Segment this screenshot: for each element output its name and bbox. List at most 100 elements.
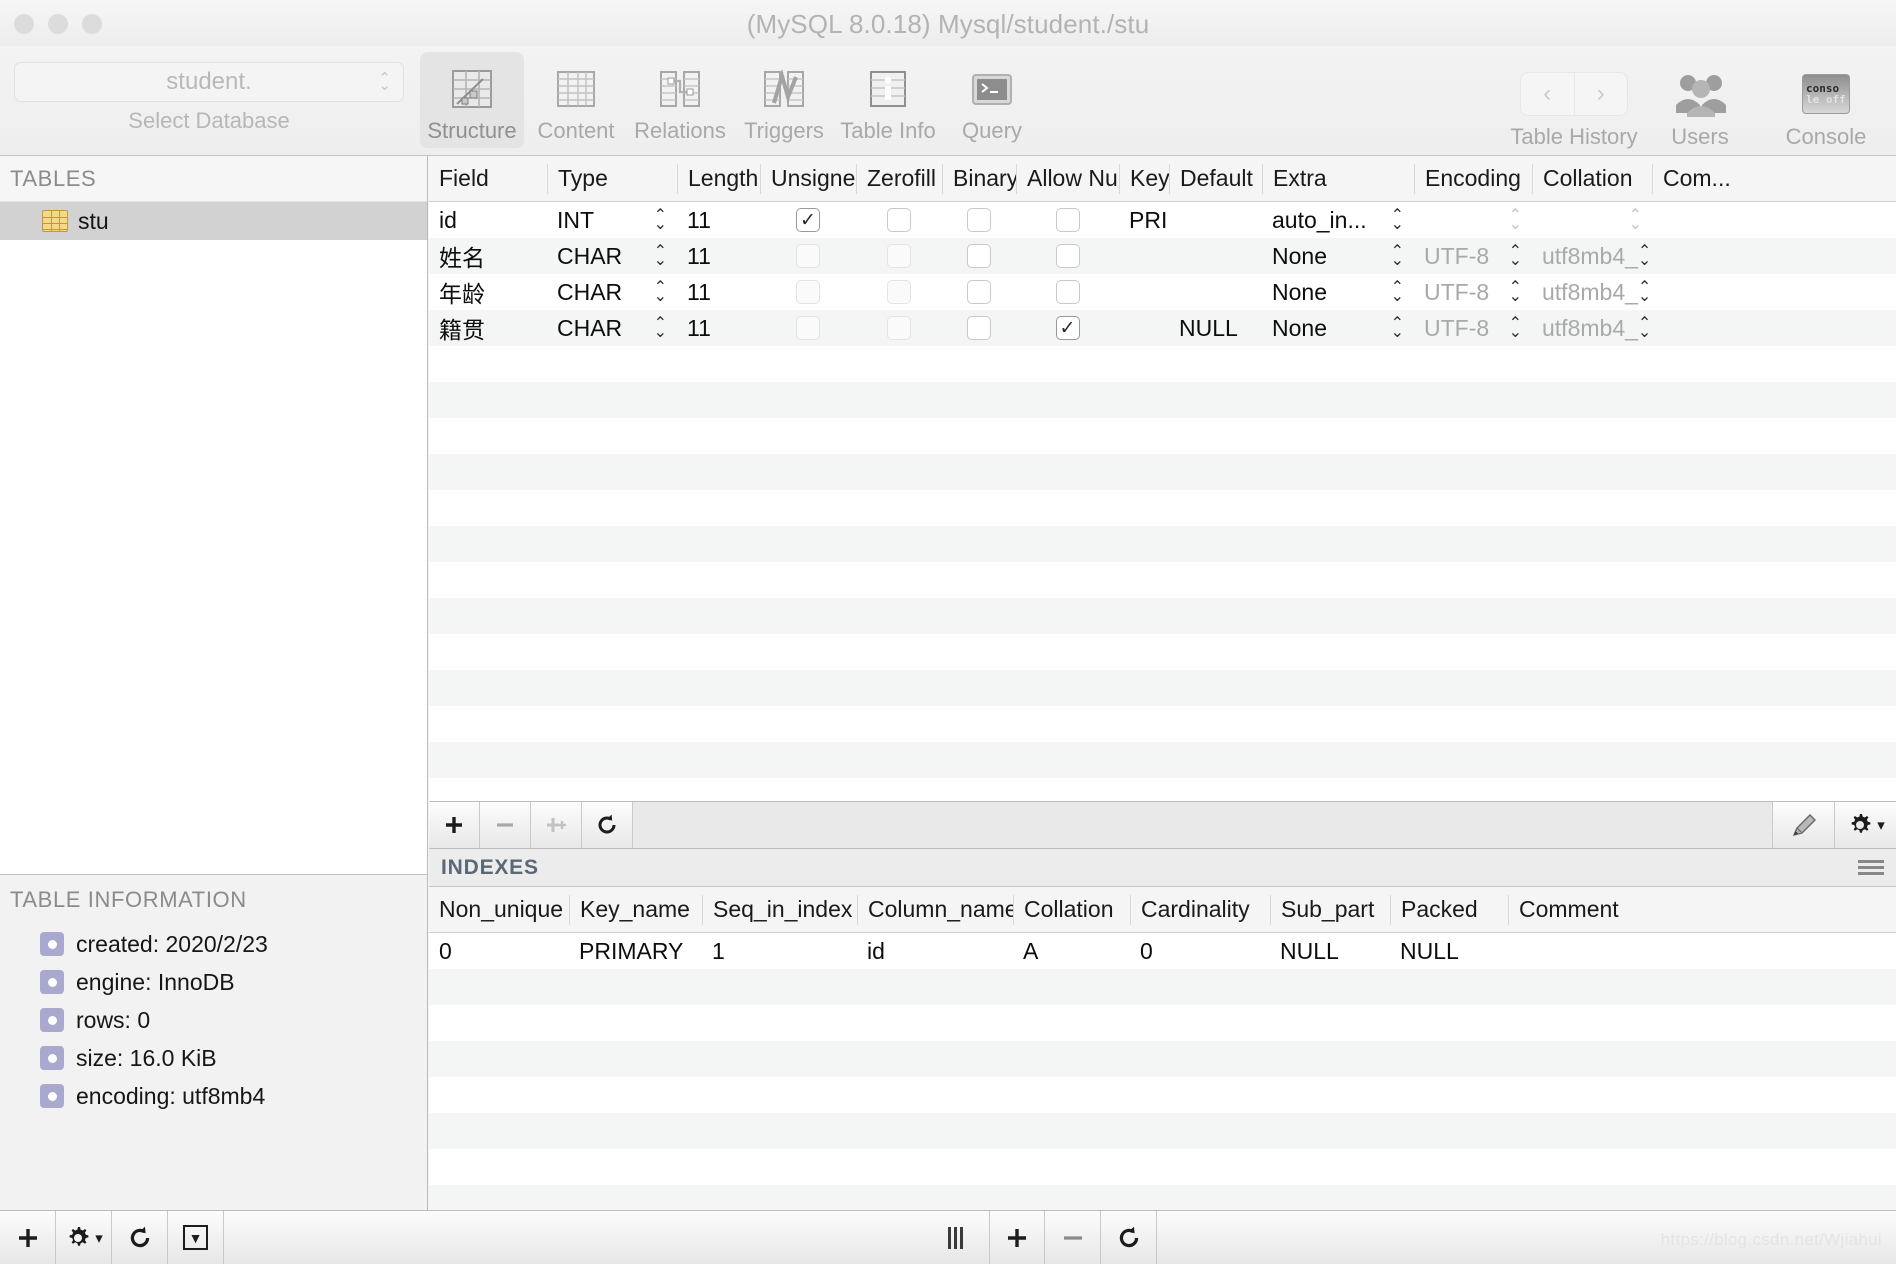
indexes-cell-column_name[interactable]: id xyxy=(857,933,1013,969)
structure-cell-key[interactable] xyxy=(1119,274,1169,310)
structure-cell-field[interactable]: 籍贯 xyxy=(429,310,547,346)
structure-cell-key[interactable]: PRI xyxy=(1119,202,1169,238)
structure-cell-comment[interactable] xyxy=(1652,238,1800,274)
tab-triggers[interactable]: Triggers xyxy=(732,52,836,148)
structure-cell-collation[interactable]: ⌃ ⌄ xyxy=(1532,202,1652,238)
checkbox-allownull[interactable] xyxy=(1016,274,1119,310)
field-options-button[interactable]: ▾ xyxy=(1834,802,1896,848)
indexes-cell-non_unique[interactable]: 0 xyxy=(429,933,569,969)
checkbox-icon[interactable] xyxy=(887,280,911,304)
structure-header-default[interactable]: Default xyxy=(1169,163,1262,194)
checkbox-zerofill[interactable] xyxy=(856,274,942,310)
tab-relations[interactable]: Relations xyxy=(628,52,732,148)
stepper-icon[interactable]: ⌃ ⌄ xyxy=(1391,280,1404,305)
stepper-icon[interactable]: ⌃ ⌄ xyxy=(1509,208,1522,233)
structure-header-extra[interactable]: Extra xyxy=(1262,163,1414,194)
checkbox-icon[interactable] xyxy=(796,316,820,340)
structure-cell-encoding[interactable]: UTF-8 ⌃ ⌄ xyxy=(1414,310,1532,346)
refresh-tables-button[interactable] xyxy=(112,1211,168,1264)
edit-field-button[interactable] xyxy=(1772,802,1834,848)
duplicate-field-button[interactable] xyxy=(531,802,582,848)
history-forward-icon[interactable]: › xyxy=(1575,73,1628,115)
stepper-icon[interactable]: ⌃ ⌄ xyxy=(1638,244,1651,269)
database-selector[interactable]: student. ⌃ ⌄ xyxy=(14,62,404,102)
history-back-icon[interactable]: ‹ xyxy=(1521,73,1575,115)
stepper-icon[interactable]: ⌃ ⌄ xyxy=(1391,208,1404,233)
sidebar-table-stu[interactable]: stu xyxy=(0,202,427,240)
stepper-icon[interactable]: ⌃ ⌄ xyxy=(1629,208,1642,233)
structure-header-encoding[interactable]: Encoding xyxy=(1414,163,1532,194)
structure-row[interactable]: 姓名 CHAR ⌃ ⌄ 11 None ⌃ ⌄ UTF-8 ⌃ ⌄ utf8mb4_ ⌃ ⌄ xyxy=(429,238,1896,274)
structure-row[interactable]: 年龄 CHAR ⌃ ⌄ 11 None ⌃ ⌄ UTF-8 ⌃ ⌄ utf8mb4_ ⌃ ⌄ xyxy=(429,274,1896,310)
stepper-icon[interactable]: ⌃ ⌄ xyxy=(1391,316,1404,341)
indexes-header-column_name[interactable]: Column_name xyxy=(857,894,1013,925)
structure-cell-length[interactable]: 11 xyxy=(677,238,760,274)
structure-cell-encoding[interactable]: ⌃ ⌄ xyxy=(1414,202,1532,238)
checkbox-unsigned[interactable] xyxy=(760,274,856,310)
structure-cell-key[interactable] xyxy=(1119,310,1169,346)
structure-cell-default[interactable] xyxy=(1169,274,1262,310)
indexes-cell-cardinality[interactable]: 0 xyxy=(1130,933,1270,969)
tab-structure[interactable]: Structure xyxy=(420,52,524,148)
structure-cell-type[interactable]: CHAR ⌃ ⌄ xyxy=(547,238,677,274)
structure-cell-extra[interactable]: None ⌃ ⌄ xyxy=(1262,310,1414,346)
structure-header-unsigned[interactable]: Unsigned xyxy=(760,163,856,194)
indexes-header-non_unique[interactable]: Non_unique xyxy=(429,895,569,925)
indexes-cell-comment[interactable] xyxy=(1508,933,1688,969)
indexes-cell-collation[interactable]: A xyxy=(1013,933,1130,969)
structure-cell-type[interactable]: INT ⌃ ⌄ xyxy=(547,202,677,238)
checkbox-icon[interactable] xyxy=(1055,208,1080,232)
checkbox-icon[interactable]: ✓ xyxy=(1055,316,1080,340)
remove-field-button[interactable] xyxy=(480,802,531,848)
checkbox-binary[interactable] xyxy=(942,238,1016,274)
indexes-row[interactable]: 0 PRIMARY 1 id A 0 NULL NULL xyxy=(429,933,1896,969)
structure-header-binary[interactable]: Binary xyxy=(942,163,1016,194)
indexes-header-key_name[interactable]: Key_name xyxy=(569,894,702,925)
structure-cell-field[interactable]: 姓名 xyxy=(429,238,547,274)
structure-header-field[interactable]: Field xyxy=(429,164,547,194)
checkbox-icon[interactable] xyxy=(887,316,911,340)
structure-cell-key[interactable] xyxy=(1119,238,1169,274)
add-field-button[interactable] xyxy=(429,802,480,848)
structure-cell-length[interactable]: 11 xyxy=(677,274,760,310)
resize-grip-icon[interactable] xyxy=(948,1226,963,1249)
structure-cell-comment[interactable] xyxy=(1652,310,1800,346)
checkbox-icon[interactable] xyxy=(796,244,820,268)
checkbox-unsigned[interactable] xyxy=(760,238,856,274)
refresh-fields-button[interactable] xyxy=(582,802,633,848)
refresh-indexes-button[interactable] xyxy=(1101,1211,1157,1264)
structure-header-collation[interactable]: Collation xyxy=(1532,163,1652,194)
checkbox-icon[interactable] xyxy=(1055,244,1080,268)
stepper-icon[interactable]: ⌃ ⌄ xyxy=(1509,244,1522,269)
stepper-icon[interactable]: ⌃ ⌄ xyxy=(1638,280,1651,305)
table-options-button[interactable]: ▾ xyxy=(56,1211,112,1264)
checkbox-allownull[interactable] xyxy=(1016,238,1119,274)
add-index-button[interactable] xyxy=(989,1211,1045,1264)
structure-row[interactable]: 籍贯 CHAR ⌃ ⌄ 11 ✓ NULL None ⌃ ⌄ UTF-8 ⌃ ⌄ utf8mb4_ ⌃ ⌄ xyxy=(429,310,1896,346)
checkbox-binary[interactable] xyxy=(942,310,1016,346)
checkbox-allownull[interactable]: ✓ xyxy=(1016,310,1119,346)
stepper-icon[interactable]: ⌃ ⌄ xyxy=(1509,280,1522,305)
checkbox-binary[interactable] xyxy=(942,274,1016,310)
checkbox-icon[interactable] xyxy=(796,280,820,304)
structure-cell-comment[interactable] xyxy=(1652,202,1800,238)
stepper-icon[interactable]: ⌃ ⌄ xyxy=(1509,316,1522,341)
checkbox-zerofill[interactable] xyxy=(856,202,942,238)
structure-cell-default[interactable] xyxy=(1169,238,1262,274)
checkbox-icon[interactable] xyxy=(967,316,991,340)
structure-cell-collation[interactable]: utf8mb4_ ⌃ ⌄ xyxy=(1532,238,1652,274)
structure-header-key[interactable]: Key xyxy=(1119,163,1169,194)
checkbox-unsigned[interactable] xyxy=(760,310,856,346)
structure-cell-field[interactable]: id xyxy=(429,202,547,238)
add-table-button[interactable] xyxy=(0,1211,56,1264)
structure-cell-type[interactable]: CHAR ⌃ ⌄ xyxy=(547,310,677,346)
checkbox-binary[interactable] xyxy=(942,202,1016,238)
console-button[interactable]: conso le off Console xyxy=(1766,54,1886,150)
structure-cell-extra[interactable]: None ⌃ ⌄ xyxy=(1262,274,1414,310)
checkbox-icon[interactable] xyxy=(887,208,911,232)
remove-index-button[interactable] xyxy=(1045,1211,1101,1264)
checkbox-icon[interactable] xyxy=(967,244,991,268)
structure-cell-default[interactable] xyxy=(1169,202,1262,238)
checkbox-icon[interactable] xyxy=(967,280,991,304)
indexes-cell-sub_part[interactable]: NULL xyxy=(1270,933,1390,969)
